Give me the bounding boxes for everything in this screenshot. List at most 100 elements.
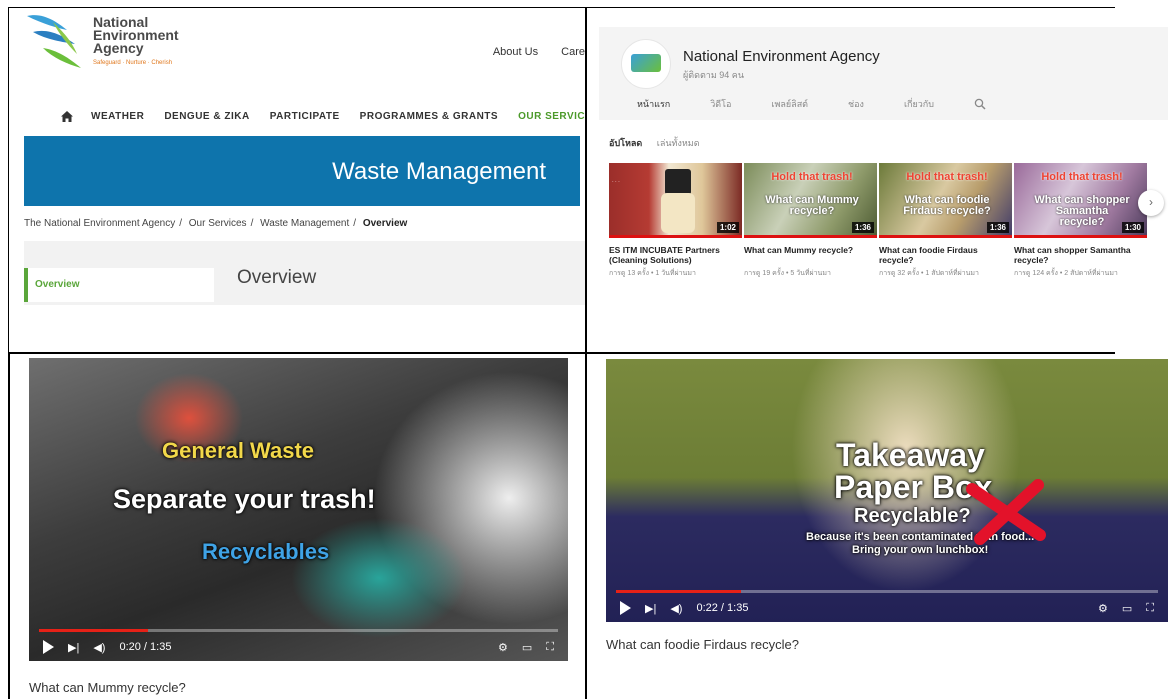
breadcrumb-waste-management[interactable]: Waste Management	[260, 218, 349, 229]
thumbnail-overlay-title: Hold that trash!	[771, 171, 853, 183]
utility-nav-careers[interactable]: Care	[561, 46, 585, 58]
video-duration: 1:36	[986, 222, 1009, 233]
progress-bar[interactable]	[616, 590, 1158, 593]
theater-mode-icon[interactable]: ▭	[522, 641, 532, 654]
video-overlay-recyclable: Recyclable?	[854, 505, 971, 527]
video-player-mummy[interactable]: General Waste Separate your trash! Recyc…	[29, 358, 568, 661]
chevron-right-icon: ›	[1149, 195, 1153, 209]
tab-home[interactable]: หน้าแรก	[637, 97, 670, 111]
channel-avatar[interactable]	[621, 39, 671, 89]
player-right-controls: ⚙ ▭ ⛶	[484, 641, 568, 654]
video-thumbnail[interactable]: · · · 1:02	[609, 163, 742, 238]
watched-progress	[879, 235, 1012, 238]
video-meta: การดู 19 ครั้ง • 5 วันที่ผ่านมา	[744, 270, 831, 277]
video-card[interactable]: Hold that trash! What can shopper Samant…	[1014, 163, 1147, 279]
utility-nav: About Us Care	[473, 46, 585, 58]
nea-logo[interactable]: National Environment Agency Safeguard · …	[23, 10, 183, 74]
nav-programmes-grants[interactable]: PROGRAMMES & GRANTS	[360, 111, 498, 122]
video-overlay-recyclables: Recyclables	[202, 539, 330, 564]
breadcrumb: The National Environment Agency / Our Ser…	[24, 218, 407, 229]
progress-bar[interactable]	[39, 629, 558, 632]
video-meta: การดู 124 ครั้ง • 2 สัปดาห์ที่ผ่านมา	[1014, 270, 1118, 277]
subscriber-count: ผู้ติดตาม 94 คน	[683, 70, 744, 80]
play-all-link[interactable]: เล่นทั้งหมด	[657, 138, 700, 148]
utility-nav-about-us[interactable]: About Us	[493, 46, 538, 58]
thumbnail-overlay-title: Hold that trash!	[1041, 171, 1123, 183]
video-title[interactable]: What can foodie Firdaus recycle?	[879, 245, 1012, 266]
video-time: 0:22 / 1:35	[696, 602, 749, 614]
youtube-channel-panel: National Environment Agency ผู้ติดตาม 94…	[587, 8, 1168, 352]
page-banner: Waste Management	[24, 136, 580, 206]
player-controls: ▶| ◀) 0:22 / 1:35 ⚙ ▭ ⛶	[606, 590, 1168, 622]
video-thumbnail[interactable]: Hold that trash! What can Mummy recycle?…	[744, 163, 877, 238]
channel-name[interactable]: National Environment Agency	[683, 48, 880, 65]
nav-our-services[interactable]: OUR SERVICES	[518, 111, 585, 122]
video-thumbnail[interactable]: Hold that trash! What can shopper Samant…	[1014, 163, 1147, 238]
video-title[interactable]: What can Mummy recycle?	[744, 245, 877, 266]
watched-progress	[1014, 235, 1147, 238]
volume-icon[interactable]: ◀)	[93, 641, 105, 654]
video-card[interactable]: Hold that trash! What can Mummy recycle?…	[744, 163, 877, 279]
nav-dengue-zika[interactable]: DENGUE & ZIKA	[164, 111, 249, 122]
breadcrumb-separator: /	[179, 218, 182, 229]
channel-header: National Environment Agency ผู้ติดตาม 94…	[599, 27, 1168, 120]
fullscreen-icon[interactable]: ⛶	[546, 641, 554, 654]
red-cross-icon	[966, 479, 1046, 545]
player-control-row: ▶| ◀) 0:22 / 1:35 ⚙ ▭ ⛶	[606, 598, 1168, 618]
settings-gear-icon[interactable]: ⚙	[498, 641, 508, 654]
next-icon[interactable]: ▶|	[645, 602, 656, 615]
breadcrumb-our-services[interactable]: Our Services	[189, 218, 247, 229]
tab-playlists[interactable]: เพลย์ลิสต์	[771, 97, 808, 111]
video-meta: การดู 13 ครั้ง • 1 วันที่ผ่านมา	[609, 270, 696, 277]
play-icon[interactable]	[43, 640, 54, 654]
tab-videos[interactable]: วิดีโอ	[710, 97, 731, 111]
video-time: 0:20 / 1:35	[119, 641, 172, 653]
theater-mode-icon[interactable]: ▭	[1122, 602, 1132, 615]
video-card[interactable]: · · · 1:02 ES ITM INCUBATE Partners (Cle…	[609, 163, 742, 279]
nav-participate[interactable]: PARTICIPATE	[270, 111, 340, 122]
fullscreen-icon[interactable]: ⛶	[1146, 602, 1154, 615]
breadcrumb-nea[interactable]: The National Environment Agency	[24, 218, 175, 229]
tab-about[interactable]: เกี่ยวกับ	[904, 97, 934, 111]
logo-tagline: Safeguard · Nurture · Cherish	[93, 60, 173, 66]
progress-bar-fill	[39, 629, 148, 632]
video-card[interactable]: Hold that trash! What can foodie Firdaus…	[879, 163, 1012, 279]
settings-gear-icon[interactable]: ⚙	[1098, 602, 1108, 615]
watched-progress	[744, 235, 877, 238]
play-icon[interactable]	[620, 601, 631, 615]
channel-tabs: หน้าแรก วิดีโอ เพลย์ลิสต์ ช่อง เกี่ยวกับ	[637, 97, 986, 111]
player-controls: ▶| ◀) 0:20 / 1:35 ⚙ ▭ ⛶	[29, 629, 568, 661]
search-icon[interactable]	[974, 98, 986, 110]
player-control-row: ▶| ◀) 0:20 / 1:35 ⚙ ▭ ⛶	[29, 637, 568, 657]
uploads-section-header: อัปโหลด เล่นทั้งหมด	[609, 136, 700, 150]
home-icon[interactable]	[61, 111, 73, 122]
player-right-controls: ⚙ ▭ ⛶	[1084, 602, 1168, 615]
nav-weather[interactable]: WEATHER	[91, 111, 144, 122]
breadcrumb-current: Overview	[362, 218, 408, 229]
thumbnail-overlay-subtitle: What can foodie Firdaus recycle?	[903, 194, 991, 217]
watched-progress	[609, 235, 742, 238]
video-thumbnail[interactable]: Hold that trash! What can foodie Firdaus…	[879, 163, 1012, 238]
nea-logo-text: National Environment Agency	[93, 15, 179, 56]
main-nav: WEATHER DENGUE & ZIKA PARTICIPATE PROGRA…	[61, 111, 585, 122]
banner-title: Waste Management	[332, 158, 546, 185]
nea-logo-icon	[631, 54, 661, 72]
sidebar-item-label: Overview	[35, 279, 80, 290]
nea-logo-mark-icon	[27, 15, 81, 68]
video-caption-firdaus: What can foodie Firdaus recycle?	[606, 637, 799, 652]
frame-middle-horizontal	[9, 352, 1115, 354]
video-caption-mummy: What can Mummy recycle?	[29, 680, 186, 695]
video-player-firdaus[interactable]: Takeaway Paper Box Recyclable? Because i…	[606, 359, 1168, 622]
uploads-title[interactable]: อัปโหลด	[609, 138, 642, 148]
sidebar-item-overview[interactable]: Overview	[24, 268, 214, 302]
volume-icon[interactable]: ◀)	[670, 602, 682, 615]
video-duration: 1:36	[851, 222, 874, 233]
tab-channels[interactable]: ช่อง	[848, 97, 864, 111]
logo-line-3: Agency	[93, 40, 144, 56]
video-title[interactable]: What can shopper Samantha recycle?	[1014, 245, 1147, 266]
shelf-next-button[interactable]: ›	[1138, 190, 1164, 216]
next-icon[interactable]: ▶|	[68, 641, 79, 654]
video-title[interactable]: ES ITM INCUBATE Partners (Cleaning Solut…	[609, 245, 742, 266]
mascot-face	[661, 193, 695, 233]
content-area: Overview Overview	[24, 241, 585, 305]
